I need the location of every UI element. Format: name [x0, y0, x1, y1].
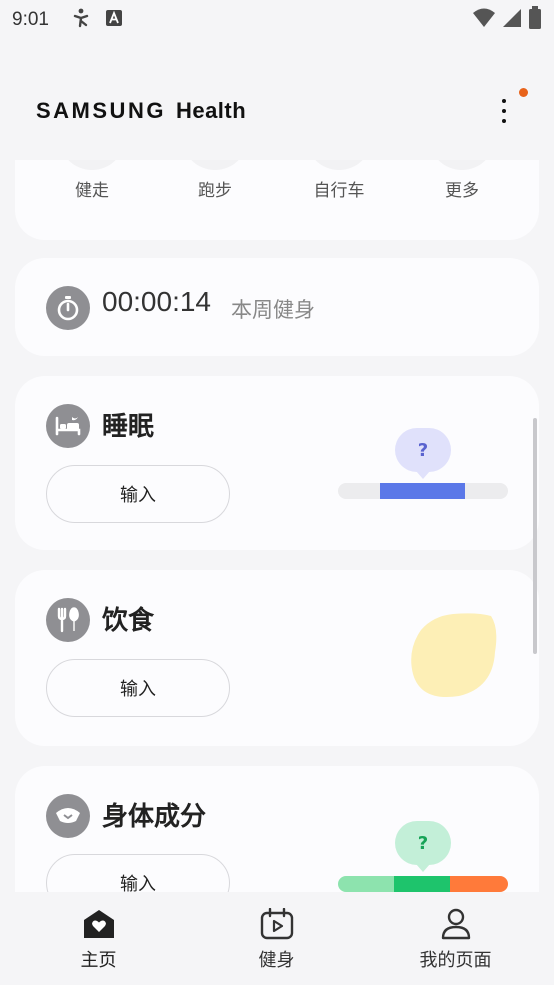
status-time: 9:01 [12, 9, 49, 30]
quick-start-card: 健走 跑步 自行车 更多 [15, 160, 539, 240]
body-composition-title: 身体成分 [102, 802, 207, 832]
a-letter-icon [105, 9, 123, 31]
nav-my-page-label: 我的页面 [419, 950, 492, 971]
food-title: 饮食 [102, 606, 155, 636]
signal-icon [502, 7, 522, 33]
brand-health: Health [175, 98, 247, 123]
person-icon [441, 908, 471, 944]
accessibility-icon [71, 8, 91, 32]
home-heart-icon [82, 908, 116, 944]
exercise-timer-card[interactable]: 00:00:14 本周健身 [15, 258, 539, 356]
quick-item-label: 自行车 [313, 181, 365, 201]
sleep-range-bar [338, 483, 508, 499]
notification-dot [519, 88, 528, 97]
body-composition-bubble-tail [416, 864, 430, 872]
more-dot-icon [502, 119, 506, 123]
range-segment-low [338, 876, 394, 892]
body-scale-icon [46, 794, 90, 838]
nav-home-label: 主页 [80, 950, 117, 971]
sleep-input-button[interactable]: 输入 [46, 465, 230, 523]
brand-samsung: SAMSUNG [36, 98, 166, 123]
more-options-button[interactable] [490, 96, 518, 126]
status-bar: 9:01 [0, 0, 554, 40]
walk-icon [59, 160, 125, 170]
sleep-bubble-tail [416, 471, 430, 479]
nav-my-page[interactable]: 我的页面 [363, 892, 548, 985]
food-card[interactable]: 饮食 输入 [15, 570, 539, 746]
app-header: SAMSUNG Health [0, 72, 554, 152]
food-input-button[interactable]: 输入 [46, 659, 230, 717]
battery-icon [528, 6, 542, 34]
fork-knife-icon [46, 598, 90, 642]
bottom-navigation: 主页 健身 我的页面 [0, 892, 554, 985]
run-icon [182, 160, 248, 170]
scrollbar[interactable] [533, 418, 537, 654]
sleep-range-fill [380, 483, 465, 499]
body-composition-bubble: ? [395, 821, 451, 865]
range-segment-normal [394, 876, 450, 892]
body-composition-input-button[interactable]: 输入 [46, 854, 230, 892]
home-scroll-area[interactable]: 健走 跑步 自行车 更多 00:00:14 本周健身 睡眠 输入 ? 饮食 输入… [0, 160, 554, 892]
range-segment-high [450, 876, 508, 892]
body-composition-card[interactable]: 身体成分 输入 ? [15, 766, 539, 892]
stopwatch-icon [46, 286, 90, 330]
sleep-title: 睡眠 [102, 412, 155, 442]
exercise-timer-label: 本周健身 [231, 298, 315, 322]
exercise-timer-value: 00:00:14 [102, 286, 211, 317]
more-dot-icon [502, 99, 506, 103]
quick-item-label: 健走 [75, 181, 109, 201]
wifi-icon [472, 7, 496, 33]
more-icon [429, 160, 495, 170]
bed-icon [46, 404, 90, 448]
quick-item-label: 更多 [445, 181, 479, 201]
fitness-calendar-icon [260, 907, 294, 944]
sleep-bubble: ? [395, 428, 451, 472]
brand-logo: SAMSUNG Health [36, 98, 246, 124]
body-composition-range-bar [338, 876, 508, 892]
food-blob [411, 613, 497, 698]
nav-fitness-label: 健身 [258, 950, 295, 971]
bike-icon [306, 160, 372, 170]
quick-item-label: 跑步 [198, 181, 232, 201]
nav-fitness[interactable]: 健身 [184, 892, 369, 985]
nav-home[interactable]: 主页 [6, 892, 191, 985]
more-dot-icon [502, 109, 506, 113]
sleep-card[interactable]: 睡眠 输入 ? [15, 376, 539, 550]
